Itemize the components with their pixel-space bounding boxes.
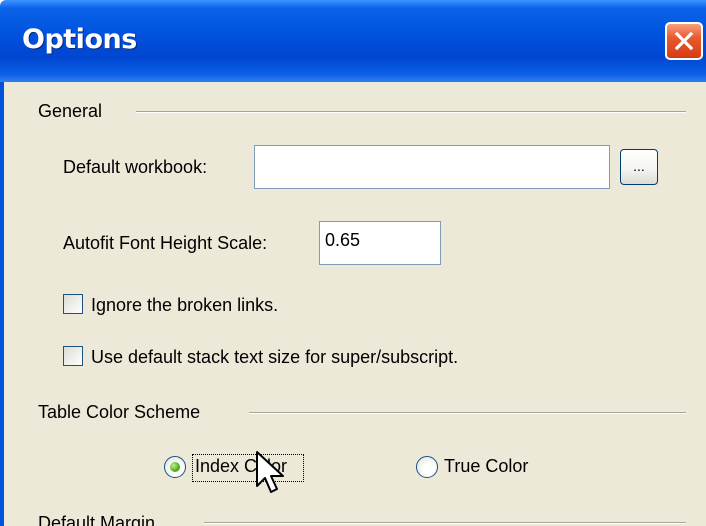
default-stack-text-size-label[interactable]: Use default stack text size for super/su… [91,347,458,368]
autofit-font-height-scale-input[interactable]: 0.65 [319,221,441,265]
title-bar[interactable]: Options [0,0,706,82]
ignore-broken-links-label[interactable]: Ignore the broken links. [91,295,278,316]
autofit-font-height-scale-value: 0.65 [325,230,361,250]
close-button[interactable] [665,22,703,60]
table-color-scheme-divider [249,412,686,414]
true-color-radio[interactable] [416,456,438,478]
mouse-pointer-icon [256,451,284,493]
general-group-divider [136,111,686,113]
true-color-label[interactable]: True Color [444,456,528,477]
table-color-scheme-heading: Table Color Scheme [38,402,201,422]
default-stack-text-size-checkbox[interactable] [63,346,83,366]
dialog-body: General Default workbook: ... Autofit Fo… [0,82,706,526]
default-workbook-label: Default workbook: [63,157,208,177]
default-margin-divider [204,522,686,524]
close-icon [674,31,694,51]
ignore-broken-links-checkbox[interactable] [63,294,83,314]
options-dialog: Options General Default workbook: ... Au… [0,0,706,526]
default-margin-heading: Default Margin [38,513,156,526]
default-workbook-input[interactable] [254,145,610,189]
dialog-title: Options [22,24,137,55]
index-color-radio[interactable] [164,456,186,478]
browse-button[interactable]: ... [620,149,658,185]
autofit-font-height-scale-label: Autofit Font Height Scale: [63,233,268,253]
general-group-heading: General [38,101,103,121]
radio-selected-dot [170,462,180,472]
